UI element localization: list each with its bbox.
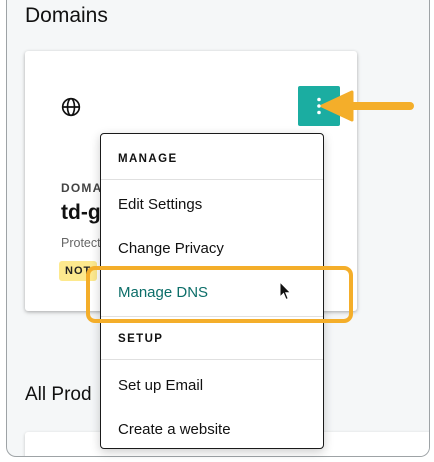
menu-item-set-up-email[interactable]: Set up Email	[118, 377, 203, 394]
section-title: Domains	[25, 4, 108, 27]
menu-item-create-website[interactable]: Create a website	[118, 421, 231, 438]
menu-item-change-privacy[interactable]: Change Privacy	[118, 240, 224, 257]
domain-card-label: DOMA	[61, 181, 103, 195]
menu-item-manage-dns[interactable]: Manage DNS	[118, 284, 208, 301]
menu-header-setup: SETUP	[118, 333, 164, 345]
globe-icon	[61, 97, 81, 117]
menu-divider	[101, 316, 323, 317]
menu-header-manage: MANAGE	[118, 153, 178, 165]
status-badge: NOT	[59, 261, 98, 281]
left-arrow-icon	[320, 90, 414, 122]
menu-divider	[101, 179, 323, 180]
menu-item-edit-settings[interactable]: Edit Settings	[118, 196, 202, 213]
mouse-pointer-icon	[279, 281, 292, 301]
menu-divider	[101, 359, 323, 360]
all-products-title: All Prod	[25, 384, 92, 405]
domain-status: Protect	[61, 236, 101, 250]
domain-name[interactable]: td-g	[61, 201, 101, 225]
